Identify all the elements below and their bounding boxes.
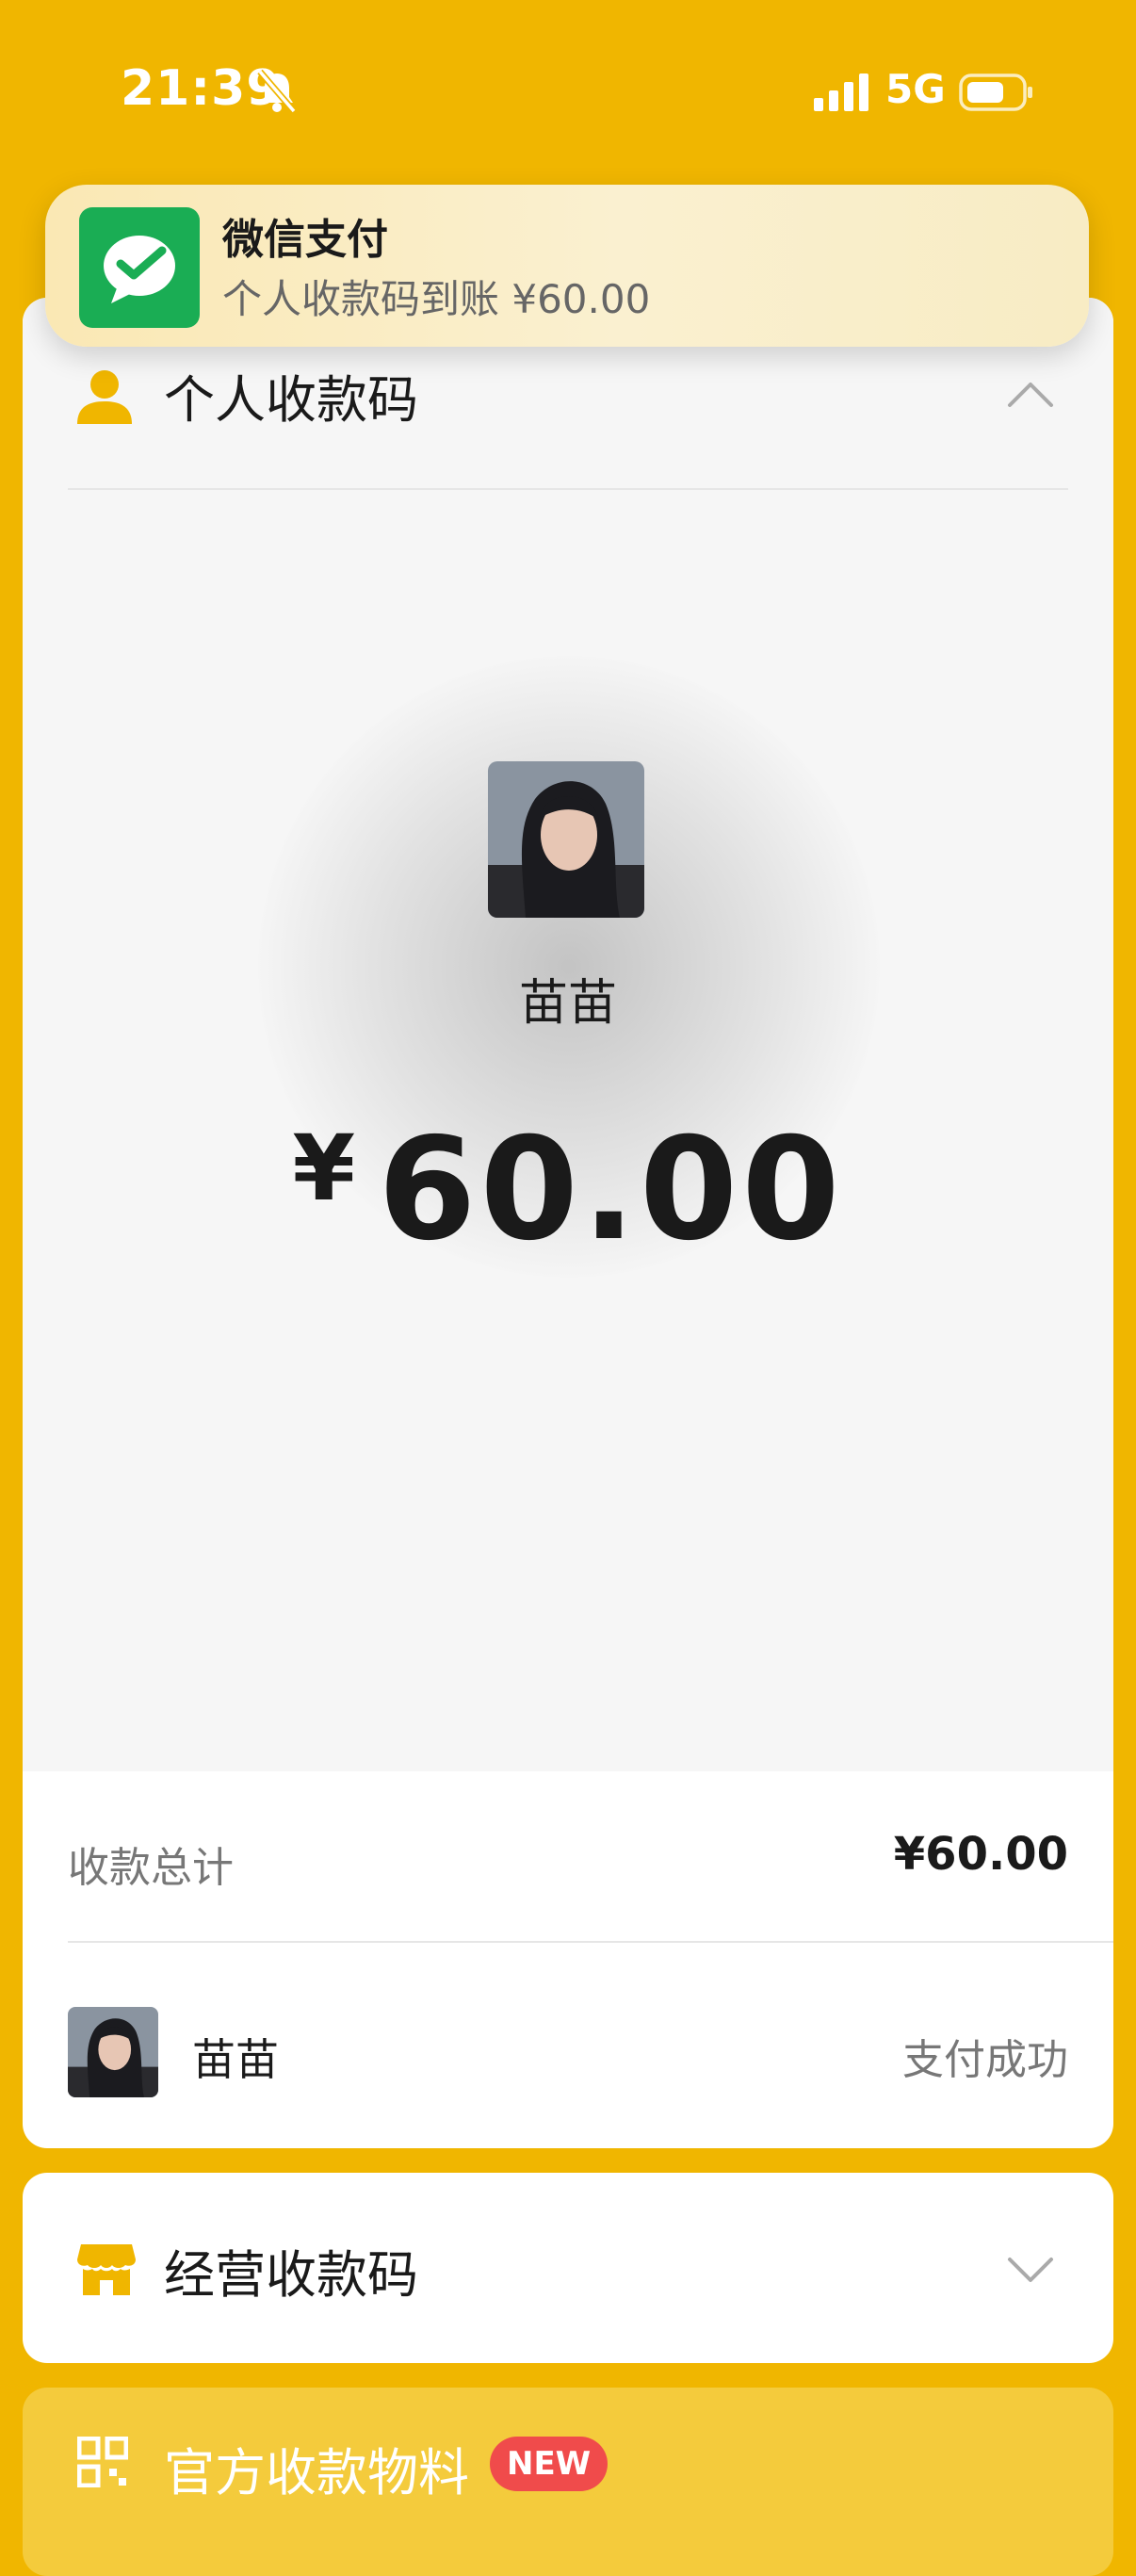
wechat-pay-icon <box>79 207 200 328</box>
materials-card[interactable]: 官方收款物料 NEW <box>23 2388 1113 2576</box>
store-icon <box>77 2244 136 2295</box>
total-value: ¥60.00 <box>893 1828 1068 1881</box>
business-code-title: 经营收款码 <box>164 2245 418 2305</box>
currency-symbol: ¥ <box>292 1116 356 1221</box>
materials-title: 官方收款物料 <box>164 2443 469 2503</box>
personal-code-title: 个人收款码 <box>164 370 418 430</box>
code-preview-area <box>23 298 1113 1771</box>
chevron-down-icon[interactable] <box>1006 2254 1055 2288</box>
bell-slash-icon <box>257 69 297 114</box>
network-type: 5G <box>885 66 946 112</box>
battery-icon <box>959 73 1032 111</box>
payment-record-row[interactable]: 苗苗 支付成功 <box>23 1999 1113 2112</box>
record-status: 支付成功 <box>902 2036 1068 2084</box>
notification-title: 微信支付 <box>222 216 388 264</box>
qr-code-icon <box>77 2437 128 2487</box>
received-amount: ¥60.00 <box>23 1108 1113 1272</box>
divider <box>68 488 1068 490</box>
notification-body: 个人收款码到账 ¥60.00 <box>222 276 651 322</box>
payer-avatar <box>488 761 644 918</box>
total-label: 收款总计 <box>68 1844 234 1892</box>
divider <box>68 1941 1113 1943</box>
personal-code-card: 个人收款码 苗苗 ¥60.00 收款总计 ¥60.00 苗苗 支付成功 <box>23 298 1113 2148</box>
total-row: 收款总计 ¥60.00 <box>23 1824 1113 1909</box>
payment-notification[interactable]: 微信支付 个人收款码到账 ¥60.00 <box>45 185 1089 347</box>
new-badge: NEW <box>490 2437 609 2491</box>
person-icon <box>77 370 132 424</box>
record-name: 苗苗 <box>192 2034 279 2085</box>
status-bar: 21:39 5G <box>0 0 1136 179</box>
payer-name: 苗苗 <box>518 975 617 1032</box>
business-code-card[interactable]: 经营收款码 <box>23 2173 1113 2363</box>
chevron-up-icon[interactable] <box>1006 377 1055 411</box>
record-avatar <box>68 2007 158 2097</box>
amount-value: 60.00 <box>378 1108 844 1272</box>
signal-icon <box>814 73 868 111</box>
